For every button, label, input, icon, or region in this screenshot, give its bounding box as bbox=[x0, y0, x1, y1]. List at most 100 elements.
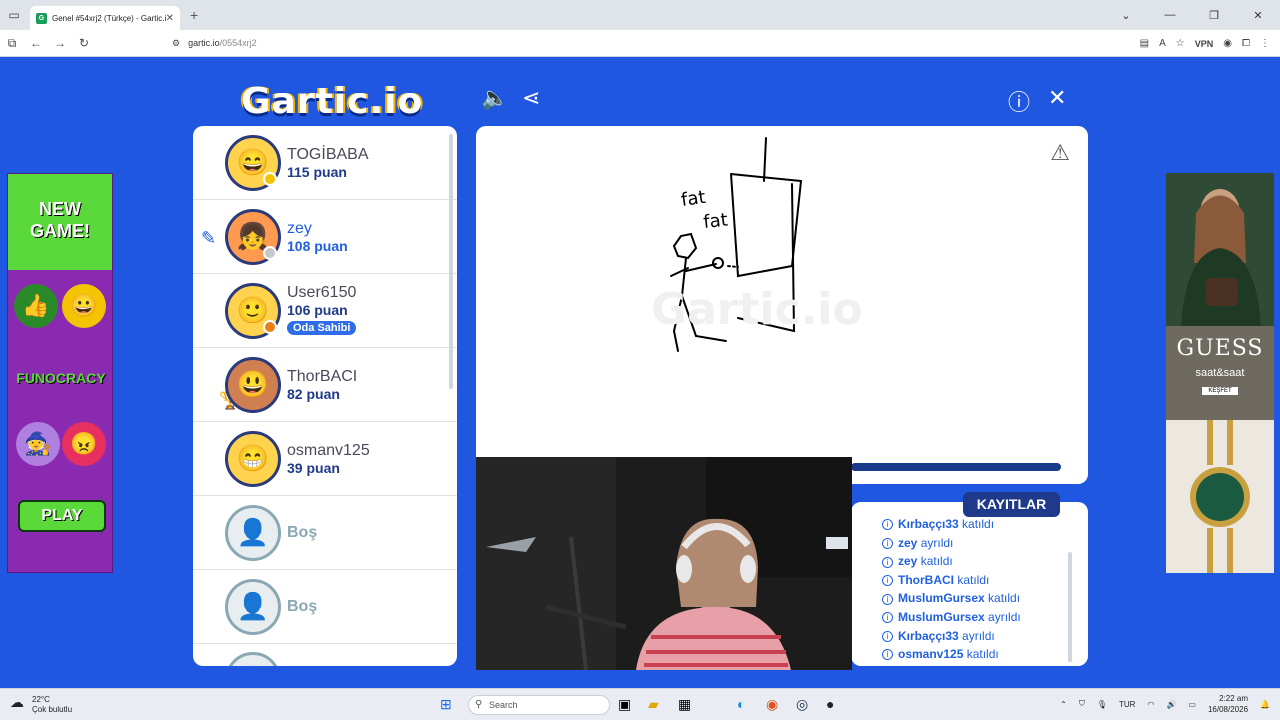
status-dot bbox=[263, 246, 277, 260]
sound-icon[interactable]: 🔈 bbox=[481, 85, 508, 111]
sidebar-toggle-icon[interactable]: ⧉ bbox=[0, 36, 24, 51]
back-icon[interactable]: ← bbox=[24, 36, 48, 50]
player-name: zey bbox=[287, 220, 312, 237]
log-item: i MuslumGursex katıldı bbox=[882, 591, 1072, 610]
empty-avatar-icon: 👤 bbox=[225, 652, 281, 666]
info-icon: i bbox=[882, 556, 893, 568]
translate-icon[interactable]: A bbox=[1159, 38, 1166, 49]
player-row[interactable]: 😄 TOGİBABA 115 puan bbox=[193, 126, 457, 200]
file-explorer-icon[interactable]: ▰ bbox=[648, 696, 659, 713]
player-points: 82 puan bbox=[287, 386, 340, 402]
reader-icon[interactable]: ▤ bbox=[1140, 38, 1149, 49]
reload-icon[interactable]: ↻ bbox=[72, 36, 96, 50]
menu-icon[interactable]: ⋮ bbox=[1260, 38, 1270, 49]
forward-icon[interactable]: → bbox=[48, 36, 72, 50]
player-name: TOGİBABA bbox=[287, 146, 369, 163]
volume-icon[interactable]: 🔊 bbox=[1166, 700, 1176, 709]
gartic-logo[interactable]: Gartic.io bbox=[241, 81, 423, 122]
address-bar: ⧉ ← → ↻ ⚙ gartic.io/0554xrj2 ▤ A ☆ VPN ◉… bbox=[0, 30, 1280, 57]
clock[interactable]: 2:22 am 16/08/2026 bbox=[1208, 693, 1248, 715]
canvas-watermark: Gartic.io bbox=[651, 284, 863, 335]
language-indicator[interactable]: TUR bbox=[1119, 700, 1135, 709]
player-points: 106 puan bbox=[287, 302, 348, 318]
info-icon[interactable]: ⓘ bbox=[1008, 85, 1030, 117]
model-photo-graphic bbox=[1166, 173, 1274, 326]
avatar: 😃 bbox=[225, 356, 281, 413]
profile-icon[interactable]: ◉ bbox=[1223, 38, 1232, 49]
drawing-canvas[interactable]: ⚠ fat fat Gartic.io bbox=[476, 126, 1088, 484]
tab-title: Genel #54xrj2 (Türkçe) - Gartic.i bbox=[52, 13, 166, 23]
minimize-icon[interactable]: — bbox=[1148, 9, 1192, 21]
log-item: i osmanv125 katıldı bbox=[882, 647, 1072, 665]
player-row[interactable]: ✎ 👧 zey 108 puan bbox=[193, 200, 457, 274]
wizard-face-icon: 🧙 bbox=[16, 422, 60, 466]
angry-face-icon: 😠 bbox=[62, 422, 106, 466]
chevron-down-icon[interactable]: ⌄ bbox=[1104, 9, 1148, 22]
close-icon[interactable]: ✕ bbox=[1048, 85, 1066, 111]
window-menu-icon[interactable]: ▭ bbox=[0, 8, 28, 22]
start-icon[interactable]: ⊞ bbox=[440, 696, 452, 713]
notification-icon[interactable]: 🔔 bbox=[1260, 700, 1270, 709]
edge-icon[interactable]: ◐ bbox=[737, 696, 745, 712]
log-scrollbar[interactable] bbox=[1068, 552, 1072, 662]
url-path: /0554xrj2 bbox=[219, 38, 257, 48]
player-row[interactable]: 🙂 User6150 106 puan Oda Sahibi bbox=[193, 274, 457, 348]
close-window-icon[interactable]: ✕ bbox=[1236, 9, 1280, 22]
info-icon: i bbox=[882, 575, 893, 587]
mic-icon[interactable]: 🎙 bbox=[1097, 700, 1107, 709]
ad-right[interactable]: GUESS saat&saat KEŞFET bbox=[1166, 173, 1274, 573]
ad-cta-button[interactable]: KEŞFET bbox=[1202, 387, 1238, 395]
empty-slot: 👤 Boş bbox=[193, 570, 457, 644]
player-row[interactable]: 🏆 😃 ThorBACI82 puan bbox=[193, 348, 457, 422]
window-controls: ⌄ — ❐ ✕ bbox=[1104, 0, 1280, 30]
wifi-icon[interactable]: ◠ bbox=[1147, 700, 1154, 709]
player-row[interactable]: 😁 osmanv125 39 puan bbox=[193, 422, 457, 496]
steam-icon[interactable]: ◎ bbox=[796, 696, 808, 713]
firefox-icon[interactable]: ◉ bbox=[766, 696, 778, 713]
ad-left[interactable]: NEW GAME! 👍 😀 FUNOCRACY 🧙 😠 PLAY bbox=[7, 173, 113, 573]
url-field[interactable]: ⚙ gartic.io/0554xrj2 bbox=[172, 38, 257, 49]
browser-tab-bar: ▭ G Genel #54xrj2 (Türkçe) - Gartic.i ✕ … bbox=[0, 0, 1280, 30]
empty-avatar-icon: 👤 bbox=[225, 504, 281, 561]
close-tab-icon[interactable]: ✕ bbox=[166, 13, 174, 24]
battery-icon[interactable]: ▭ bbox=[1188, 700, 1196, 709]
obs-icon[interactable]: ● bbox=[826, 696, 834, 712]
player-list-scrollbar[interactable] bbox=[449, 134, 453, 389]
player-name: User6150 bbox=[287, 284, 357, 301]
clock-time: 2:22 am bbox=[1219, 694, 1249, 703]
avatar: 😁 bbox=[225, 430, 281, 487]
ad-brand-sub: saat&saat bbox=[1195, 367, 1245, 379]
webcam-overlay bbox=[476, 457, 852, 670]
log-item: i MuslumGursex ayrıldı bbox=[882, 610, 1072, 629]
turn-progress-bar bbox=[851, 463, 1061, 471]
task-view-icon[interactable]: ▣ bbox=[618, 696, 631, 713]
status-dot bbox=[263, 320, 277, 334]
extensions-icon[interactable]: ⧠ bbox=[1242, 38, 1250, 49]
site-info-icon[interactable]: ⚙ bbox=[172, 38, 180, 49]
share-icon[interactable]: ⋖ bbox=[522, 85, 540, 111]
store-icon[interactable]: ▦ bbox=[678, 696, 691, 713]
info-icon: i bbox=[882, 612, 893, 624]
canvas-word: fat bbox=[680, 187, 707, 211]
log-item: i ThorBACI katıldı bbox=[882, 573, 1072, 592]
weather-widget[interactable]: ☁ 22°C Çok bulutlu bbox=[10, 695, 72, 715]
logs-tab[interactable]: KAYITLAR bbox=[963, 492, 1060, 517]
restore-icon[interactable]: ❐ bbox=[1192, 9, 1236, 22]
vpn-button[interactable]: VPN bbox=[1195, 39, 1214, 49]
browser-tab[interactable]: G Genel #54xrj2 (Türkçe) - Gartic.i ✕ bbox=[30, 6, 180, 30]
new-tab-icon[interactable]: + bbox=[190, 7, 198, 23]
ad-play-button[interactable]: PLAY bbox=[18, 500, 106, 532]
taskbar-search[interactable]: ⚲ Search bbox=[468, 695, 610, 715]
player-points: 39 puan bbox=[287, 460, 340, 476]
webcam-scene bbox=[476, 457, 852, 670]
player-list: 😄 TOGİBABA 115 puan ✎ 👧 zey 108 puan 🙂 Use… bbox=[193, 126, 457, 666]
log-item: i Kırbaççı33 ayrıldı bbox=[882, 629, 1072, 648]
empty-slot-label: Boş bbox=[287, 524, 318, 541]
info-icon: i bbox=[882, 519, 893, 531]
tray-chevron-icon[interactable]: ⌃ bbox=[1060, 700, 1067, 709]
bookmark-star-icon[interactable]: ☆ bbox=[1176, 38, 1185, 49]
security-icon[interactable]: ⛉ bbox=[1079, 699, 1085, 709]
player-points: 115 puan bbox=[287, 164, 347, 180]
drawing-svg: fat fat Gartic.io bbox=[651, 137, 863, 352]
thumbs-up-icon: 👍 bbox=[14, 284, 58, 328]
